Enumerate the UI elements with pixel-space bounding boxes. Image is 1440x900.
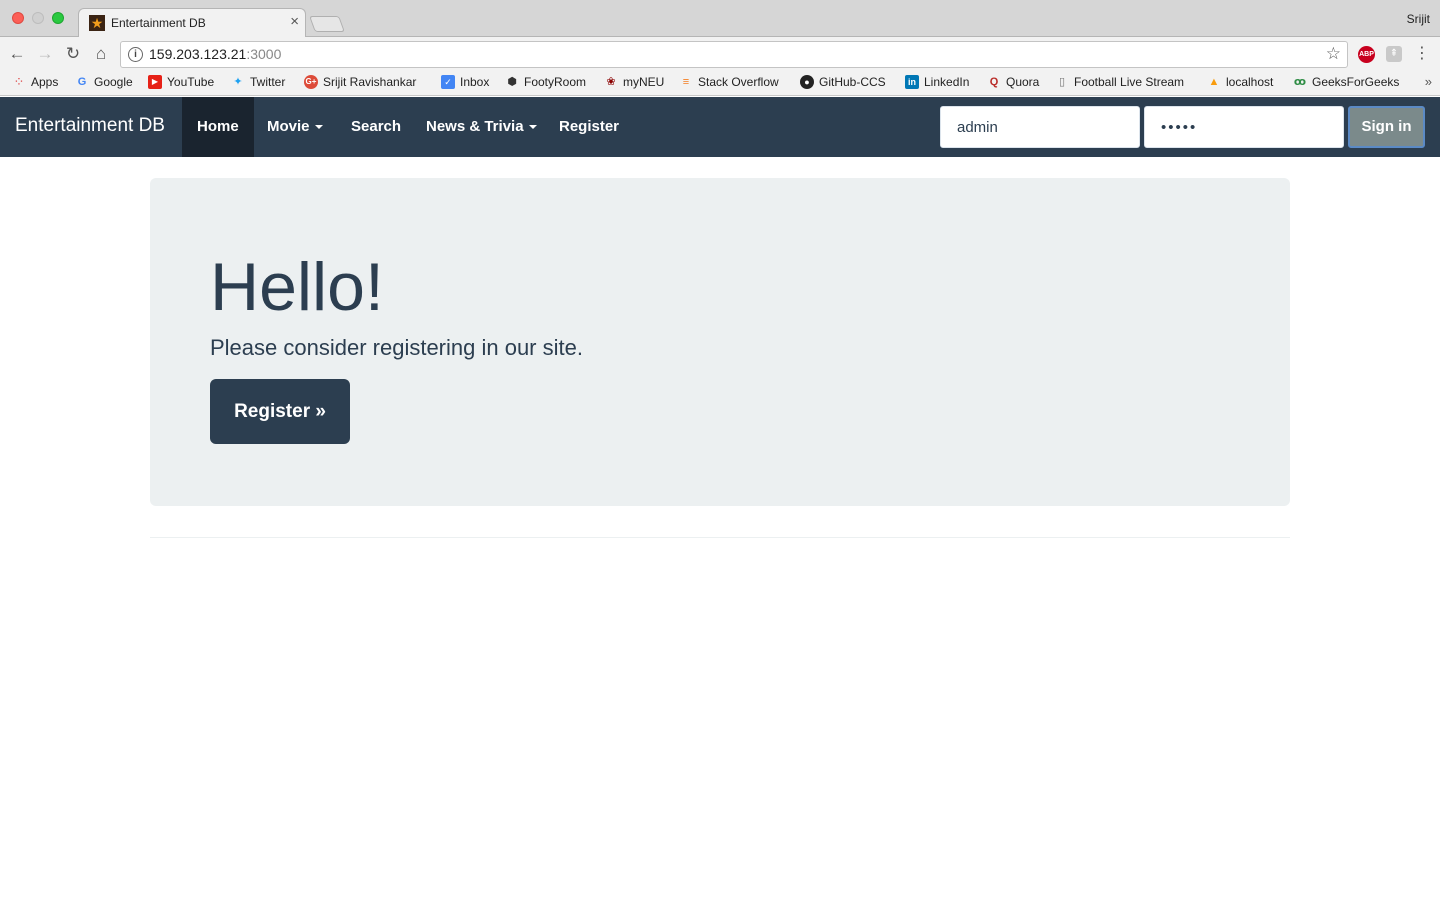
geeksforgeeks-icon: ꝏ	[1293, 76, 1307, 88]
url-port: :3000	[246, 46, 282, 62]
star-favicon-icon: ★	[89, 15, 105, 31]
google-plus-icon: G+	[304, 75, 318, 89]
new-tab-button[interactable]	[309, 16, 345, 32]
nav-news-dropdown[interactable]: News & Trivia	[411, 97, 552, 157]
nav-movie-label: Movie	[267, 118, 310, 135]
nav-home-label: Home	[197, 118, 239, 135]
bookmark-label: localhost	[1226, 75, 1274, 89]
nav-search-label: Search	[351, 118, 402, 135]
footyroom-icon: ⬢	[507, 76, 517, 88]
browser-menu-icon[interactable]: ⋮	[1414, 43, 1430, 63]
stackoverflow-icon: ≡	[682, 76, 690, 88]
bookmark-label: FootyRoom	[524, 75, 587, 89]
bookmark-label: Stack Overflow	[698, 75, 779, 89]
bookmark-github[interactable]: ● GitHub-CCS	[800, 75, 886, 89]
bookmark-footyroom[interactable]: ⬢ FootyRoom	[505, 75, 586, 89]
maximize-window-button[interactable]	[52, 12, 64, 24]
bookmark-label: Apps	[31, 75, 59, 89]
extension-icon[interactable]: ⇞	[1386, 46, 1402, 62]
bookmark-label: Quora	[1006, 75, 1040, 89]
inbox-icon: ✓	[441, 75, 455, 89]
bookmarks-bar: ⁘ Apps G Google ▶ YouTube ✦ Twitter G+ Srijit…	[0, 71, 1440, 96]
linkedin-icon: in	[905, 75, 919, 89]
home-icon[interactable]: ⌂	[90, 43, 112, 65]
nav-search[interactable]: Search	[336, 97, 416, 157]
bookmark-label: GitHub-CCS	[819, 75, 886, 89]
bookmark-label: GeeksForGeeks	[1312, 75, 1400, 89]
caret-down-icon	[314, 125, 323, 130]
github-icon: ●	[800, 75, 814, 89]
jumbotron: Hello! Please consider registering in ou…	[150, 178, 1290, 506]
bookmark-linkedin[interactable]: in LinkedIn	[905, 75, 969, 89]
nav-news-label: News & Trivia	[426, 118, 524, 135]
forward-arrow-icon[interactable]: →	[34, 43, 56, 65]
bookmark-label: Football Live Stream	[1074, 75, 1185, 89]
bookmark-star-icon[interactable]: ☆	[1326, 44, 1341, 64]
bookmark-apps[interactable]: ⁘ Apps	[12, 74, 59, 90]
bookmark-label: Inbox	[460, 75, 490, 89]
back-arrow-icon[interactable]: ←	[6, 43, 28, 65]
tab-title: Entertainment DB	[111, 16, 206, 30]
bookmark-twitter[interactable]: ✦ Twitter	[231, 75, 285, 89]
bookmark-geeksforgeeks[interactable]: ꝏ GeeksForGeeks	[1293, 75, 1399, 89]
divider	[150, 537, 1290, 538]
browser-toolbar: ← → ↻ ⌂ i 159.203.123.21:3000 ☆ ABP ⇞ ⋮	[0, 37, 1440, 71]
url-text[interactable]: 159.203.123.21:3000	[149, 46, 281, 62]
username-input[interactable]	[940, 106, 1140, 148]
twitter-icon: ✦	[233, 76, 243, 88]
url-host: 159.203.123.21	[149, 46, 247, 62]
hero-text: Please consider registering in our site.	[210, 335, 583, 360]
caret-down-icon	[528, 125, 537, 130]
site-navbar: Entertainment DB Home Movie Search News …	[0, 97, 1440, 157]
more-bookmarks-icon[interactable]: »	[1425, 74, 1432, 89]
nav-home[interactable]: Home	[182, 97, 254, 157]
page-icon: ▯	[1058, 76, 1066, 88]
brand-logo[interactable]: Entertainment DB	[15, 115, 165, 137]
register-button[interactable]: Register »	[210, 379, 350, 444]
bookmark-inbox[interactable]: ✓ Inbox	[441, 75, 489, 89]
bookmark-label: YouTube	[167, 75, 215, 89]
bookmark-google[interactable]: G Google	[75, 75, 133, 89]
bookmark-quora[interactable]: Q Quora	[987, 75, 1040, 89]
bookmark-label: Google	[94, 75, 133, 89]
close-tab-icon[interactable]: ×	[290, 13, 299, 30]
info-icon[interactable]: i	[128, 47, 143, 62]
bookmark-label: myNEU	[623, 75, 665, 89]
paw-icon: ❀	[606, 76, 616, 88]
bookmark-localhost[interactable]: ▲ localhost	[1207, 75, 1274, 89]
bookmark-football[interactable]: ▯ Football Live Stream	[1055, 75, 1184, 89]
profile-name[interactable]: Srijit	[1407, 12, 1430, 26]
password-input[interactable]	[1144, 106, 1344, 148]
bookmark-myneu[interactable]: ❀ myNEU	[604, 75, 664, 89]
minimize-window-button[interactable]	[32, 12, 44, 24]
bookmark-label: Twitter	[250, 75, 286, 89]
nav-register[interactable]: Register	[544, 97, 634, 157]
bookmark-youtube[interactable]: ▶ YouTube	[148, 75, 214, 89]
youtube-icon: ▶	[148, 75, 162, 89]
adblock-extension-icon[interactable]: ABP	[1358, 46, 1375, 63]
reload-icon[interactable]: ↻	[62, 43, 84, 65]
nav-movie-dropdown[interactable]: Movie	[252, 97, 338, 157]
quora-icon: Q	[989, 76, 999, 88]
bookmark-srijit[interactable]: G+ Srijit Ravishankar	[304, 75, 416, 89]
google-icon: G	[77, 76, 87, 88]
close-window-button[interactable]	[12, 12, 24, 24]
hero-heading: Hello!	[210, 249, 384, 325]
browser-titlebar: ★ Entertainment DB × Srijit	[0, 0, 1440, 37]
bookmark-label: Srijit Ravishankar	[323, 75, 417, 89]
bookmark-stackoverflow[interactable]: ≡ Stack Overflow	[679, 75, 779, 89]
browser-tab[interactable]: ★ Entertainment DB ×	[78, 8, 306, 37]
phpmyadmin-icon: ▲	[1208, 76, 1220, 88]
nav-register-label: Register	[559, 118, 620, 135]
address-bar[interactable]: i 159.203.123.21:3000 ☆	[120, 41, 1348, 68]
apps-grid-icon: ⁘	[13, 74, 25, 89]
sign-in-button[interactable]: Sign in	[1348, 106, 1425, 148]
bookmark-label: LinkedIn	[924, 75, 970, 89]
